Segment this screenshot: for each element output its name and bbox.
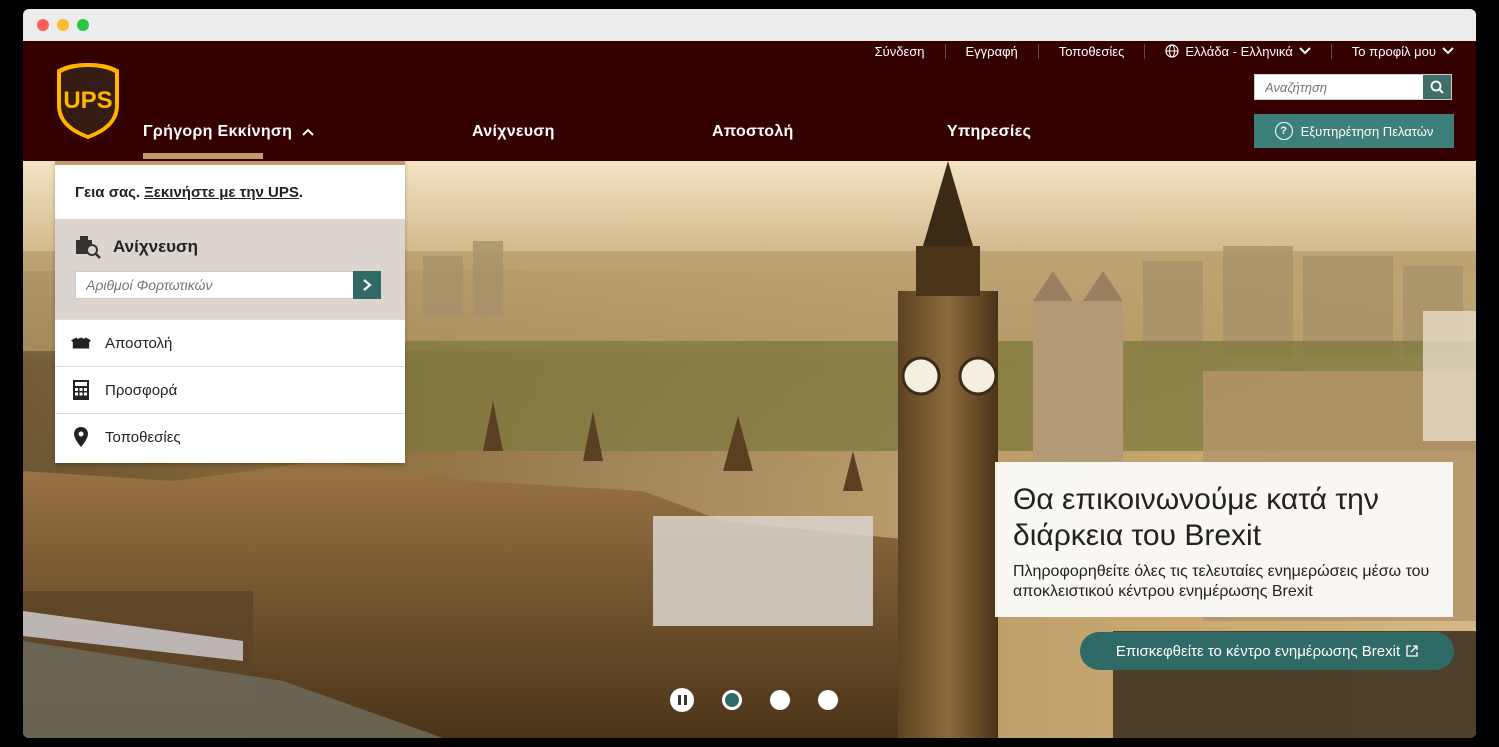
- close-window-button[interactable]: [37, 19, 49, 31]
- minimize-window-button[interactable]: [57, 19, 69, 31]
- maximize-window-button[interactable]: [77, 19, 89, 31]
- quick-link-quote-label: Προσφορά: [105, 381, 178, 399]
- greeting-text: Γεια σας.: [75, 183, 141, 201]
- quick-link-quote[interactable]: Προσφορά: [55, 366, 405, 413]
- nav-quick-start[interactable]: Γρήγορη Εκκίνηση: [143, 123, 314, 141]
- locations-link[interactable]: Τοποθεσίες: [1039, 43, 1146, 59]
- chevron-right-icon: [363, 279, 372, 291]
- login-label: Σύνδεση: [874, 43, 925, 59]
- nav-shipping[interactable]: Αποστολή: [712, 123, 794, 141]
- nav-quick-start-label: Γρήγορη Εκκίνηση: [143, 123, 293, 140]
- greeting-period: .: [298, 183, 304, 201]
- svg-text:UPS: UPS: [63, 87, 112, 114]
- locations-label: Τοποθεσίες: [1058, 43, 1125, 59]
- nav-active-indicator: [143, 153, 263, 159]
- quick-start-panel: Γεια σας. Ξεκινήστε με την UPS . Ανίχνευ…: [55, 161, 405, 463]
- globe-icon: [1165, 44, 1179, 58]
- site-header: UPS Σύνδεση Εγγραφή Τοποθεσίες Ελλάδα - …: [23, 41, 1476, 161]
- get-started-link[interactable]: Ξεκινήστε με την UPS: [144, 184, 299, 201]
- quick-link-shipping-label: Αποστολή: [105, 334, 173, 352]
- tracking-number-input[interactable]: [76, 272, 366, 298]
- carousel-dot-1[interactable]: [722, 690, 742, 710]
- carousel-dot-2[interactable]: [770, 690, 790, 710]
- profile-label: Το προφίλ μου: [1351, 43, 1436, 59]
- promo-card: Θα επικοινωνούμε κατά την διάρκεια του B…: [995, 462, 1453, 617]
- brexit-center-button[interactable]: Επισκεφθείτε το κέντρο ενημέρωσης Brexit: [1080, 632, 1454, 670]
- region-selector[interactable]: Ελλάδα - Ελληνικά: [1145, 43, 1332, 59]
- tracking-heading: Ανίχνευση: [75, 235, 385, 259]
- track-submit-button[interactable]: [353, 271, 381, 299]
- register-link[interactable]: Εγγραφή: [946, 43, 1039, 59]
- tracking-section: Ανίχνευση: [55, 219, 405, 319]
- brexit-center-label: Επισκεφθείτε το κέντρο ενημέρωσης Brexit: [1115, 642, 1401, 660]
- window-titlebar: [23, 9, 1476, 42]
- promo-body: Πληροφορηθείτε όλες τις τελευταίες ενημε…: [1013, 563, 1430, 600]
- search-button[interactable]: [1423, 75, 1451, 99]
- login-link[interactable]: Σύνδεση: [855, 43, 946, 59]
- promo-heading: Θα επικοινωνούμε κατά την διάρκεια του B…: [1013, 483, 1379, 552]
- tracking-title: Ανίχνευση: [113, 237, 199, 256]
- nav-services-label: Υπηρεσίες: [947, 123, 1032, 140]
- quick-link-shipping[interactable]: Αποστολή: [55, 319, 405, 366]
- nav-tracking[interactable]: Ανίχνευση: [472, 123, 555, 141]
- map-pin-icon: [71, 427, 91, 447]
- nav-services[interactable]: Υπηρεσίες: [947, 123, 1031, 141]
- quick-link-locations[interactable]: Τοποθεσίες: [55, 413, 405, 460]
- carousel-controls: [670, 688, 838, 712]
- utility-nav: Σύνδεση Εγγραφή Τοποθεσίες Ελλάδα - Ελλη…: [855, 41, 1454, 61]
- chevron-up-icon: [302, 128, 314, 136]
- search-input[interactable]: [1255, 75, 1443, 99]
- region-label: Ελλάδα - Ελληνικά: [1185, 43, 1293, 59]
- search-icon: [1430, 80, 1444, 94]
- external-link-icon: [1406, 645, 1418, 657]
- package-search-icon: [76, 236, 101, 259]
- browser-window: UPS Σύνδεση Εγγραφή Τοποθεσίες Ελλάδα - …: [23, 9, 1476, 738]
- carousel-dot-3[interactable]: [818, 690, 838, 710]
- chevron-down-icon: [1442, 47, 1454, 55]
- main-nav: Γρήγορη Εκκίνηση Ανίχνευση Αποστολή Υπηρ…: [23, 123, 1476, 147]
- quick-link-locations-label: Τοποθεσίες: [105, 428, 181, 446]
- open-box-icon: [71, 335, 91, 351]
- calculator-icon: [71, 380, 91, 400]
- greeting: Γεια σας. Ξεκινήστε με την UPS .: [55, 165, 405, 219]
- site-search: [1254, 74, 1452, 100]
- profile-menu[interactable]: Το προφίλ μου: [1332, 44, 1454, 59]
- nav-tracking-label: Ανίχνευση: [472, 123, 555, 140]
- pause-button[interactable]: [670, 688, 694, 712]
- register-label: Εγγραφή: [965, 43, 1018, 59]
- tracking-field: [75, 271, 381, 299]
- nav-shipping-label: Αποστολή: [712, 123, 794, 140]
- chevron-down-icon: [1299, 47, 1311, 55]
